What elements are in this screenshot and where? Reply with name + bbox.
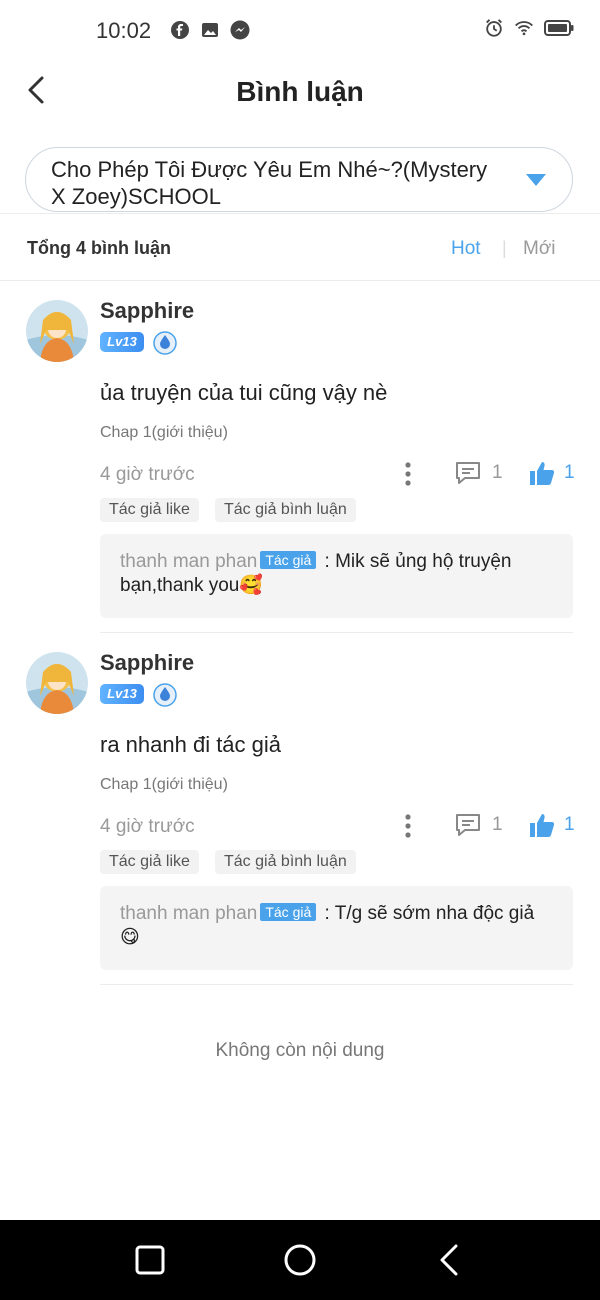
comment-summary-bar: Tổng 4 bình luận Hot | Mới bbox=[0, 214, 600, 280]
more-options-icon[interactable] bbox=[398, 812, 418, 840]
image-icon bbox=[200, 20, 220, 40]
author-comment-tag: Tác giả bình luận bbox=[215, 850, 356, 874]
system-icons bbox=[484, 18, 574, 38]
status-bar: 10:02 bbox=[0, 0, 600, 62]
thumbs-up-icon bbox=[530, 462, 555, 485]
reply-author-name[interactable]: thanh man phan bbox=[120, 903, 257, 924]
triangle-back-icon bbox=[440, 1244, 458, 1276]
author-reply-box[interactable]: thanh man phan Tác giả : Mik sẽ ủng hộ tr… bbox=[100, 534, 573, 618]
author-comment-tag: Tác giả bình luận bbox=[215, 498, 356, 522]
like-button[interactable]: 1 bbox=[528, 459, 575, 487]
author-like-tag: Tác giả like bbox=[100, 498, 199, 522]
square-icon bbox=[135, 1245, 165, 1275]
sort-separator: | bbox=[502, 238, 507, 258]
story-selector[interactable]: Cho Phép Tôi Được Yêu Em Nhé~?(Mystery X… bbox=[25, 147, 573, 212]
nav-back-button[interactable] bbox=[432, 1242, 468, 1278]
messenger-icon bbox=[230, 20, 250, 40]
battery-icon bbox=[544, 18, 574, 38]
wifi-icon bbox=[514, 18, 534, 38]
level-badge: Lv13 bbox=[100, 332, 144, 352]
home-button[interactable] bbox=[282, 1242, 318, 1278]
thumbs-up-icon bbox=[530, 814, 555, 837]
comment-icon bbox=[456, 814, 480, 836]
comment-text: ủa truyện của tui cũng vậy nè bbox=[100, 380, 388, 405]
alarm-icon bbox=[484, 18, 504, 38]
comment-item: Sapphire Lv13 ra nhanh đi tác giả Chap 1… bbox=[0, 634, 600, 986]
reply-author-name[interactable]: thanh man phan bbox=[120, 551, 257, 572]
story-name: Cho Phép Tôi Được Yêu Em Nhé~?(Mystery X… bbox=[51, 157, 488, 209]
author-like-tag: Tác giả like bbox=[100, 850, 199, 874]
facebook-icon bbox=[170, 20, 190, 40]
username[interactable]: Sapphire bbox=[100, 298, 194, 324]
comment-divider bbox=[100, 984, 573, 985]
reply-count: 1 bbox=[492, 814, 503, 835]
like-button[interactable]: 1 bbox=[528, 811, 575, 839]
divider bbox=[0, 280, 600, 281]
rank-drop-icon bbox=[153, 331, 177, 355]
end-of-list-text: Không còn nội dung bbox=[215, 1040, 385, 1061]
reply-button[interactable]: 1 bbox=[454, 811, 503, 839]
comment-chapter[interactable]: Chap 1(giới thiệu) bbox=[100, 424, 228, 442]
level-badge: Lv13 bbox=[100, 684, 144, 704]
sort-hot-tab[interactable]: Hot bbox=[451, 238, 481, 260]
comment-time: 4 giờ trước bbox=[100, 816, 195, 837]
total-comments: Tổng 4 bình luận bbox=[27, 238, 171, 258]
circle-icon bbox=[284, 1244, 316, 1276]
comment-time: 4 giờ trước bbox=[100, 464, 195, 485]
page-title: Bình luận bbox=[236, 76, 364, 107]
rank-drop-icon bbox=[153, 683, 177, 707]
username[interactable]: Sapphire bbox=[100, 650, 194, 676]
avatar[interactable] bbox=[26, 652, 88, 714]
reply-separator: : bbox=[319, 903, 335, 924]
notification-icons bbox=[170, 20, 250, 40]
author-badge: Tác giả bbox=[260, 551, 317, 569]
reply-count: 1 bbox=[492, 462, 503, 483]
comment-text: ra nhanh đi tác giả bbox=[100, 732, 282, 757]
header: Bình luận bbox=[0, 62, 600, 122]
status-time: 10:02 bbox=[96, 18, 152, 43]
system-nav-bar bbox=[0, 1220, 600, 1300]
dropdown-triangle-icon bbox=[524, 172, 548, 193]
comment-item: Sapphire Lv13 ủa truyện của tui cũng vậy… bbox=[0, 282, 600, 634]
sort-new-tab[interactable]: Mới bbox=[523, 238, 556, 260]
author-reply-box[interactable]: thanh man phan Tác giả : T/g sẽ sớm nha đ… bbox=[100, 886, 573, 970]
like-count: 1 bbox=[564, 814, 575, 835]
reply-separator: : bbox=[319, 551, 336, 572]
avatar[interactable] bbox=[26, 300, 88, 362]
more-options-icon[interactable] bbox=[398, 460, 418, 488]
recent-apps-button[interactable] bbox=[132, 1242, 168, 1278]
reply-button[interactable]: 1 bbox=[454, 459, 503, 487]
comment-chapter[interactable]: Chap 1(giới thiệu) bbox=[100, 776, 228, 794]
like-count: 1 bbox=[564, 462, 575, 483]
comment-divider bbox=[100, 632, 573, 633]
author-badge: Tác giả bbox=[260, 903, 317, 921]
comment-icon bbox=[456, 462, 480, 484]
